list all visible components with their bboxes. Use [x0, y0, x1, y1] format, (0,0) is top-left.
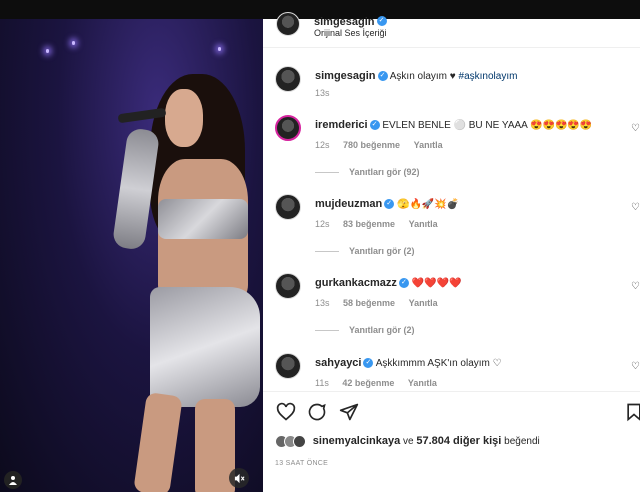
share-icon[interactable]: [339, 402, 359, 422]
comment-row: mujdeuzman ✓ 🫣🔥🚀💥💣 12s 83 beğenme Yanıtla…: [275, 194, 640, 264]
comment-body: gurkankacmazz ✓ ❤️❤️❤️❤️: [315, 276, 633, 291]
performer-skirt: [150, 287, 260, 407]
comment-likes[interactable]: 83 beğenme: [343, 219, 395, 229]
comment-meta: 12s 780 beğenme Yanıtla: [315, 140, 454, 150]
reply-button[interactable]: Yanıtla: [409, 219, 438, 229]
post-sidebar: simgesagin ✓ Orijinal Ses İçeriği simgesa…: [263, 0, 640, 492]
view-replies-button[interactable]: Yanıtları gör (2): [315, 325, 415, 335]
comment-body: mujdeuzman ✓ 🫣🔥🚀💥💣: [315, 197, 633, 212]
commenter-avatar[interactable]: [275, 273, 301, 299]
comment-like-icon[interactable]: ♡: [631, 361, 640, 372]
liker-avatar: [293, 435, 306, 448]
post-media[interactable]: [0, 19, 263, 492]
comment-body: sahyayci ✓ Aşkkımmm AŞK'ın olayım ♡: [315, 356, 633, 371]
caption-text: Aşkın olayım ♥: [389, 71, 456, 82]
performer-leg: [133, 391, 183, 492]
likes-summary: sinemyalcinkaya ve 57.804 diğer kişi beğ…: [275, 435, 540, 448]
caption-row: simgesagin ✓ Aşkın olayım ♥ #aşkınolayım …: [275, 66, 640, 106]
performer-top: [158, 199, 248, 239]
comment-likes[interactable]: 42 beğenme: [342, 378, 394, 388]
audio-label[interactable]: Orijinal Ses İçeriği: [314, 28, 387, 38]
verified-icon: ✓: [363, 358, 374, 369]
post-actions: sinemyalcinkaya ve 57.804 diğer kişi beğ…: [263, 391, 640, 492]
comment-like-icon[interactable]: ♡: [631, 281, 640, 292]
caption-time: 13s: [315, 88, 330, 98]
likes-connector: ve: [403, 436, 414, 448]
mute-icon[interactable]: [229, 468, 249, 488]
comment-icon[interactable]: [307, 402, 327, 422]
author-username[interactable]: simgesagin: [314, 16, 375, 28]
comment-time: 12s: [315, 140, 330, 150]
comment-text: EVLEN BENLE ⚪ BU NE YAAA 😍😍😍😍😍: [382, 120, 593, 131]
caption-hashtag[interactable]: #aşkınolayım: [459, 71, 518, 82]
bookmark-icon[interactable]: [624, 402, 640, 422]
comment-meta: 13s 58 beğenme Yanıtla: [315, 298, 449, 308]
verified-icon: ✓: [398, 278, 409, 289]
comment-likes[interactable]: 58 beğenme: [343, 298, 395, 308]
comments-list[interactable]: simgesagin ✓ Aşkın olayım ♥ #aşkınolayım …: [263, 48, 640, 391]
performer-face: [165, 89, 203, 147]
comment-time: 11s: [315, 378, 329, 388]
comment-username[interactable]: iremderici: [315, 119, 368, 131]
verified-icon: ✓: [384, 199, 395, 210]
stage-light: [72, 41, 75, 45]
caption-meta: 13s: [315, 88, 341, 98]
reply-button[interactable]: Yanıtla: [414, 140, 443, 150]
commenter-avatar[interactable]: [275, 115, 301, 141]
comment-username[interactable]: sahyayci: [315, 357, 361, 369]
comment-body: iremderici ✓ EVLEN BENLE ⚪ BU NE YAAA 😍😍😍…: [315, 118, 633, 133]
comment-username[interactable]: gurkankacmazz: [315, 277, 397, 289]
post-timestamp: 13 SAAT ÖNCE: [275, 460, 329, 467]
reply-button[interactable]: Yanıtla: [409, 298, 438, 308]
caption-body: simgesagin ✓ Aşkın olayım ♥ #aşkınolayım: [315, 69, 633, 84]
user-tag-icon[interactable]: [4, 471, 22, 489]
commenter-avatar[interactable]: [275, 194, 301, 220]
comment-time: 13s: [315, 298, 330, 308]
view-replies-button[interactable]: Yanıtları gör (92): [315, 167, 420, 177]
comment-username[interactable]: mujdeuzman: [315, 198, 382, 210]
likes-count[interactable]: 57.804 diğer kişi: [416, 435, 501, 447]
comment-text: 🫣🔥🚀💥💣: [397, 199, 460, 210]
view-replies-button[interactable]: Yanıtları gör (2): [315, 246, 415, 256]
reply-button[interactable]: Yanıtla: [408, 378, 437, 388]
comment-text: ❤️❤️❤️❤️: [411, 278, 462, 289]
comment-like-icon[interactable]: ♡: [631, 202, 640, 213]
comment-time: 12s: [315, 219, 330, 229]
verified-icon: ✓: [377, 71, 388, 82]
comment-text: Aşkkımmm AŞK'ın olayım ♡: [375, 358, 502, 369]
verified-icon: ✓: [369, 120, 380, 131]
stage-light: [46, 49, 49, 53]
comment-row: gurkankacmazz ✓ ❤️❤️❤️❤️ 13s 58 beğenme Y…: [275, 273, 640, 343]
comment-like-icon[interactable]: ♡: [631, 123, 640, 134]
comment-row: sahyayci ✓ Aşkkımmm AŞK'ın olayım ♡ 11s 4…: [275, 353, 640, 391]
liker-username[interactable]: sinemyalcinkaya: [313, 435, 400, 447]
comment-likes[interactable]: 780 beğenme: [343, 140, 400, 150]
author-avatar[interactable]: [275, 66, 301, 92]
comment-row: iremderici ✓ EVLEN BENLE ⚪ BU NE YAAA 😍😍😍…: [275, 115, 640, 185]
comment-meta: 11s 42 beğenme Yanıtla: [315, 378, 448, 388]
verified-icon: ✓: [376, 15, 387, 26]
author-avatar[interactable]: [276, 12, 300, 36]
likes-suffix: beğendi: [504, 436, 540, 448]
commenter-avatar[interactable]: [275, 353, 301, 379]
stage-light: [218, 47, 221, 51]
caption-username[interactable]: simgesagin: [315, 70, 376, 82]
post-header: simgesagin ✓ Orijinal Ses İçeriği: [263, 0, 640, 48]
heart-icon[interactable]: [276, 402, 296, 422]
comment-meta: 12s 83 beğenme Yanıtla: [315, 219, 449, 229]
